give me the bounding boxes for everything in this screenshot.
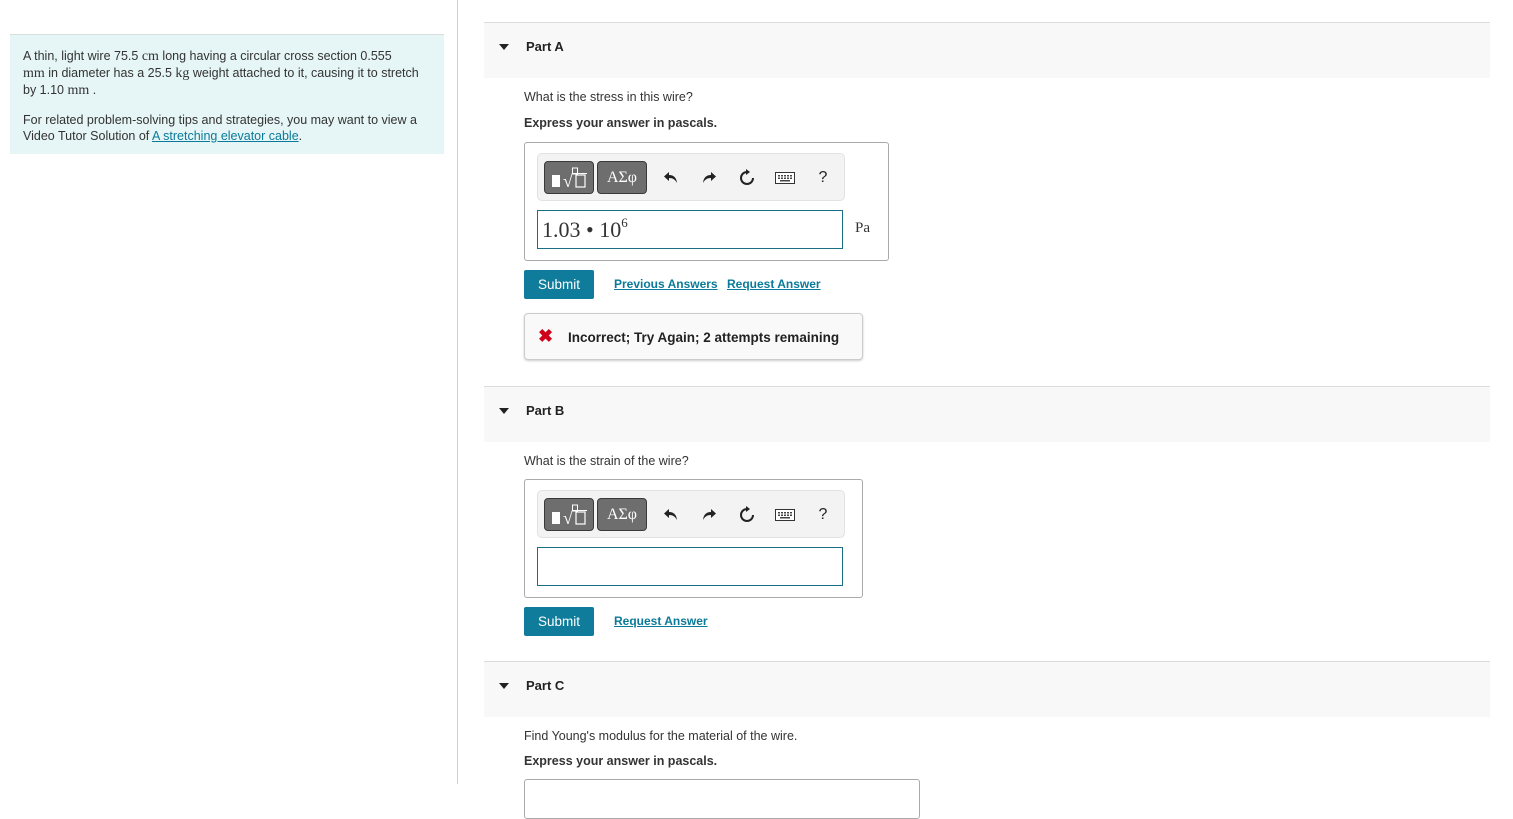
templates-icon: √ bbox=[552, 504, 587, 528]
templates-button[interactable]: √ bbox=[544, 161, 594, 194]
previous-answers-link[interactable]: Previous Answers bbox=[614, 277, 718, 291]
svg-text:√: √ bbox=[563, 508, 573, 528]
unit-cm: cm bbox=[141, 49, 159, 64]
symbols-button[interactable]: ΑΣφ bbox=[597, 498, 647, 531]
video-tutor-link[interactable]: A stretching elevator cable bbox=[152, 129, 299, 143]
unit-mm: mm bbox=[23, 66, 45, 81]
unit-mm: mm bbox=[67, 83, 90, 98]
math-toolbar: √ ΑΣφ ? bbox=[537, 490, 845, 538]
undo-icon[interactable] bbox=[659, 503, 683, 527]
feedback-message: ✖ Incorrect; Try Again; 2 attempts remai… bbox=[524, 313, 863, 360]
redo-icon[interactable] bbox=[697, 166, 721, 190]
part-b-answer-input[interactable] bbox=[537, 547, 843, 586]
part-c-title: Part C bbox=[526, 678, 565, 693]
panel-divider bbox=[457, 0, 458, 784]
reset-icon[interactable] bbox=[735, 166, 759, 190]
part-b-header[interactable]: Part B bbox=[484, 386, 1490, 442]
incorrect-x-icon: ✖ bbox=[538, 326, 554, 346]
unit-label: Pa bbox=[855, 220, 870, 236]
collapse-triangle-icon[interactable] bbox=[499, 683, 509, 689]
part-c-answer-box bbox=[524, 779, 920, 819]
part-b-submit-button[interactable]: Submit bbox=[524, 607, 594, 636]
part-c-question: Find Young's modulus for the material of… bbox=[524, 729, 798, 743]
unit-kg: kg bbox=[175, 66, 190, 81]
part-c-header[interactable]: Part C bbox=[484, 661, 1490, 717]
tip-text: For related problem-solving tips and str… bbox=[23, 113, 417, 143]
symbols-button[interactable]: ΑΣφ bbox=[597, 161, 647, 194]
collapse-triangle-icon[interactable] bbox=[499, 44, 509, 50]
part-b-request-answer-link[interactable]: Request Answer bbox=[614, 614, 708, 628]
redo-icon[interactable] bbox=[697, 503, 721, 527]
math-toolbar: √ ΑΣφ ? bbox=[537, 153, 845, 201]
part-a-title: Part A bbox=[526, 39, 564, 54]
help-icon[interactable]: ? bbox=[811, 503, 835, 527]
templates-icon: √ bbox=[552, 167, 587, 191]
templates-button[interactable]: √ bbox=[544, 498, 594, 531]
part-a-question: What is the stress in this wire? bbox=[524, 90, 693, 104]
part-c-instruction: Express your answer in pascals. bbox=[524, 754, 718, 768]
part-b-title: Part B bbox=[526, 403, 565, 418]
keyboard-icon[interactable] bbox=[773, 166, 797, 190]
help-icon[interactable]: ? bbox=[811, 166, 835, 190]
problem-statement-panel: A thin, light wire 75.5 cm long having a… bbox=[10, 34, 444, 154]
part-a-answer-input[interactable]: 1.03 • 106 bbox=[537, 210, 843, 249]
keyboard-icon[interactable] bbox=[773, 503, 797, 527]
collapse-triangle-icon[interactable] bbox=[499, 408, 509, 414]
part-a-header[interactable]: Part A bbox=[484, 22, 1490, 78]
svg-text:√: √ bbox=[563, 171, 573, 191]
feedback-text: Incorrect; Try Again; 2 attempts remaini… bbox=[568, 330, 840, 345]
part-a-submit-button[interactable]: Submit bbox=[524, 270, 594, 299]
part-a-request-answer-link[interactable]: Request Answer bbox=[727, 277, 821, 291]
reset-icon[interactable] bbox=[735, 503, 759, 527]
part-b-question: What is the strain of the wire? bbox=[524, 454, 689, 468]
undo-icon[interactable] bbox=[659, 166, 683, 190]
part-a-instruction: Express your answer in pascals. bbox=[524, 116, 718, 130]
problem-text: A thin, light wire 75.5 cm long having a… bbox=[23, 49, 419, 98]
part-b-answer-box: √ ΑΣφ ? bbox=[524, 479, 863, 598]
part-a-answer-box: √ ΑΣφ ? 1.03 • 106 Pa bbox=[524, 142, 889, 261]
